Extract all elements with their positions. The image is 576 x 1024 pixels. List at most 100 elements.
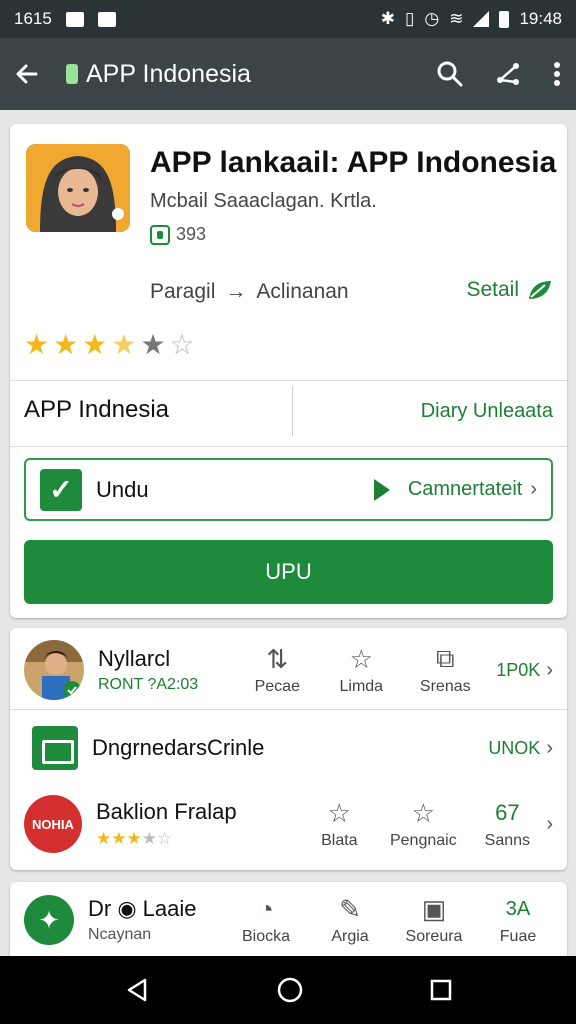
nohia-logo: NOHIA	[24, 795, 82, 853]
app-detail-card: APP lankaail: APP Indonesia Mcbail Saaac…	[10, 124, 567, 618]
action-label: Biocka	[241, 928, 291, 945]
more-vert-icon[interactable]	[552, 60, 562, 88]
star-icon: ★	[53, 329, 79, 360]
app-name-left: APP Indnesia	[24, 396, 169, 423]
app-bar: APP Indonesia	[0, 38, 576, 110]
nav-recents-icon[interactable]	[429, 978, 453, 1002]
nav-home-icon[interactable]	[276, 976, 304, 1004]
count-value: 3A	[505, 897, 531, 920]
download-badge-icon	[150, 224, 170, 245]
list-item-link[interactable]: 1P0K ›	[496, 659, 553, 682]
avatar	[24, 640, 84, 700]
list-item-title: Nyllarcl	[98, 646, 171, 671]
nav-back-icon[interactable]	[123, 976, 151, 1004]
list-item[interactable]: DngrnedarsCrinle UNOK ›	[10, 720, 567, 776]
list-item-title-part: Dr	[88, 896, 112, 921]
checkbox-checked-icon[interactable]: ✓	[40, 468, 82, 511]
category-path: Paragil → Aclinanan	[150, 280, 349, 304]
action-pecae[interactable]: ⇅ Pecae	[242, 644, 312, 696]
divider-vertical	[292, 386, 293, 436]
list-item-title: Dr ◉ Laaie	[88, 896, 197, 922]
list-item-sub: Ncaynan	[88, 926, 152, 943]
action-label: Sanns	[484, 832, 531, 849]
list-item-title: DngrnedarsCrinle	[92, 735, 265, 760]
system-nav-bar	[0, 956, 576, 1024]
path-from: Paragil	[150, 280, 216, 303]
star-half-icon: ★	[111, 329, 137, 360]
setail-label: Setail	[466, 278, 519, 301]
action-label: Argia	[331, 928, 369, 945]
undu-row[interactable]: ✓ Undu Camnertateit ›	[24, 458, 553, 521]
action-label: Blata	[321, 832, 358, 849]
battery-icon	[499, 10, 510, 28]
action-soreura[interactable]: ▣ Soreura	[399, 894, 469, 946]
divider	[10, 446, 567, 447]
wifi-icon: ≋	[449, 9, 464, 28]
count-value: 67	[495, 800, 520, 825]
app-meta: 393	[150, 224, 206, 245]
share-icon[interactable]	[494, 60, 522, 88]
action-pengnaic[interactable]: ☆ Pengnaic	[388, 798, 458, 850]
app-name-right-link[interactable]: Diary Unleaata	[421, 400, 553, 423]
divider	[10, 380, 567, 381]
action-limda[interactable]: ☆ Limda	[326, 644, 396, 696]
status-time-left: 1615	[14, 9, 52, 28]
star-icon: ★	[82, 329, 108, 360]
star-icon: ★	[140, 329, 166, 360]
action-count[interactable]: 67 Sanns	[472, 798, 542, 850]
chat-star-icon: ✦	[24, 895, 74, 945]
search-icon[interactable]	[436, 60, 464, 88]
lock-icon	[66, 64, 78, 84]
app-icon	[26, 144, 130, 232]
action-fuae[interactable]: 3A Fuae	[483, 894, 553, 946]
up-down-icon: ⇅	[266, 643, 289, 674]
list-item-link-label: UNOK	[488, 737, 541, 758]
vibrate-icon: ▯	[405, 9, 415, 28]
app-bar-title-wrap: APP Indonesia	[66, 60, 251, 89]
chevron-right-icon: ›	[546, 658, 553, 681]
list-item[interactable]: ✦ Dr ◉ Laaie Ncaynan ◔ Biocka ✎ Argia ▣ …	[10, 888, 567, 952]
related-list-card: Nyllarcl RONT ?A2:03 ⇅ Pecae ☆ Limda ⧉ S…	[10, 628, 567, 870]
primary-upu-button[interactable]: UPU	[24, 540, 553, 604]
status-bar: 1615 ✱ ▯ ◷ ≋ 19:48	[0, 0, 576, 38]
action-label: Pecae	[254, 678, 300, 695]
app-bar-title: APP Indonesia	[86, 59, 251, 88]
alarm-icon: ◷	[424, 9, 440, 28]
list-item-link[interactable]: UNOK ›	[488, 737, 553, 760]
chevron-right-icon[interactable]: ›	[546, 813, 553, 836]
app-meta-value: 393	[176, 224, 207, 244]
list-item-title: Baklion Fralap	[96, 799, 237, 824]
path-arrow-icon: →	[225, 280, 247, 303]
undu-label: Undu	[96, 476, 149, 502]
screen-icon: ▣	[421, 893, 447, 924]
setail-link[interactable]: Setail	[466, 278, 553, 302]
list-item[interactable]: NOHIA Baklion Fralap ★★★★☆ ☆ Blata ☆ Pen…	[10, 786, 567, 862]
star-outline-icon: ☆	[349, 643, 373, 674]
action-label: Srenas	[419, 678, 471, 695]
divider	[10, 709, 567, 710]
rating-stars: ★ ★ ★ ★ ★ ☆	[24, 328, 195, 361]
play-icon	[373, 478, 390, 501]
chevron-right-icon: ›	[530, 478, 537, 500]
status-time-right: 19:48	[519, 9, 562, 28]
leaf-icon	[527, 279, 553, 301]
signal-icon	[473, 11, 490, 27]
calendar-icon	[32, 726, 78, 770]
star-outline-icon: ☆	[411, 797, 435, 828]
action-blata[interactable]: ☆ Blata	[304, 798, 374, 850]
list-item-stars: ★★★★☆	[96, 829, 173, 848]
photo-notification-icon	[65, 11, 84, 27]
app-subtitle: Mcbail Saaaclagan. Krtla.	[150, 190, 377, 212]
pin-icon: ✎	[339, 893, 361, 924]
action-srenas[interactable]: ⧉ Srenas	[410, 643, 480, 696]
list-item[interactable]: Nyllarcl RONT ?A2:03 ⇅ Pecae ☆ Limda ⧉ S…	[10, 634, 567, 706]
undu-right-label: Camnertateit	[407, 478, 523, 500]
bluetooth-icon: ✱	[380, 9, 395, 28]
screen-icon: ⧉	[435, 643, 455, 673]
action-label: Limda	[339, 678, 384, 695]
chevron-right-icon: ›	[546, 736, 553, 759]
action-argia[interactable]: ✎ Argia	[315, 894, 385, 946]
action-biocka[interactable]: ◔ Biocka	[231, 894, 301, 946]
list-item-title-part: Laaie	[142, 896, 197, 921]
back-arrow-icon[interactable]	[14, 61, 40, 87]
